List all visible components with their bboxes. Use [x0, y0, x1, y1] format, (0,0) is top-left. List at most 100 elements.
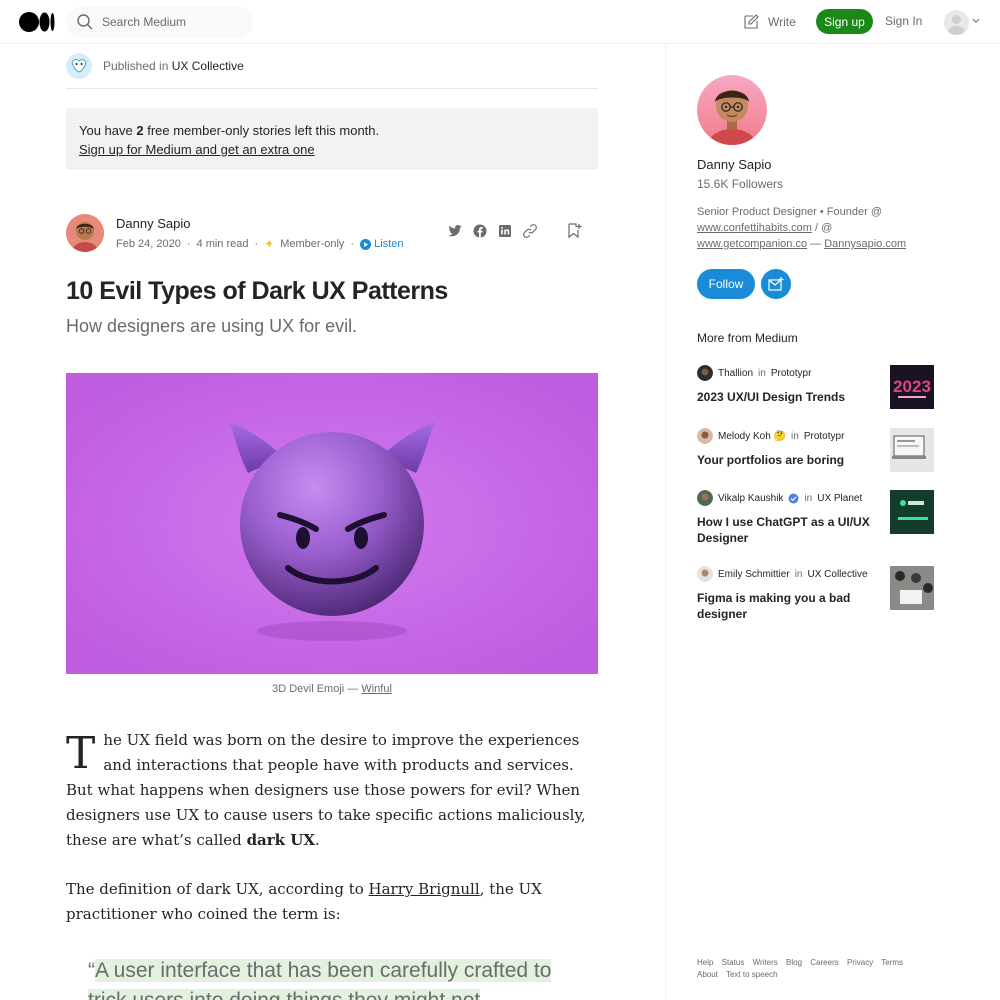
user-avatar[interactable] [944, 10, 969, 35]
rec-author-name[interactable]: Emily Schmittier [718, 569, 790, 580]
devil-emoji-illustration [66, 373, 598, 674]
member-stories-text: You have 2 free member-only stories left… [79, 121, 585, 140]
divider [66, 88, 598, 89]
listen-button[interactable]: Listen [360, 238, 403, 250]
author-byline: Danny Sapio Feb 24, 2020 · 4 min read · … [66, 213, 598, 253]
sign-up-button[interactable]: Sign up [816, 9, 873, 34]
footer-link-text-to-speech[interactable]: Text to speech [726, 970, 778, 979]
bio-link-confettihabits[interactable]: www.confettihabits.com [697, 222, 812, 234]
footer-link-privacy[interactable]: Privacy [847, 958, 873, 967]
footer-link-status[interactable]: Status [722, 958, 745, 967]
rec-title[interactable]: How I use ChatGPT as a UI/UX Designer [697, 514, 882, 546]
article-title: 10 Evil Types of Dark UX Patterns [66, 277, 448, 305]
dark-ux-term: dark UX [246, 831, 316, 849]
bio-dash: — [807, 238, 825, 250]
recommended-story[interactable]: Vikalp Kaushik in UX Planet How I use Ch… [697, 490, 935, 546]
publish-date: Feb 24, 2020 [116, 238, 181, 250]
chevron-down-icon[interactable] [972, 18, 980, 24]
rec-title[interactable]: 2023 UX/UI Design Trends [697, 389, 882, 405]
bio-link-dannysapio[interactable]: Dannysapio.com [824, 238, 906, 250]
footer-link-blog[interactable]: Blog [786, 958, 802, 967]
rec-thumbnail[interactable] [890, 566, 934, 610]
bookmark-add-icon[interactable] [566, 222, 583, 239]
rec-author-avatar[interactable] [697, 365, 713, 381]
write-button[interactable]: Write [742, 12, 796, 32]
search-icon [77, 14, 93, 30]
rec-publication[interactable]: UX Planet [817, 493, 862, 504]
paragraph-definition: The definition of dark UX, according to … [66, 877, 598, 927]
read-time: 4 min read [196, 238, 249, 250]
copy-link-icon[interactable] [522, 223, 538, 239]
footer-link-terms[interactable]: Terms [881, 958, 903, 967]
footer-link-about[interactable]: About [697, 970, 718, 979]
ux-collective-logo[interactable] [66, 53, 92, 79]
image-caption: 3D Devil Emoji — Winful [66, 683, 598, 695]
recommended-story[interactable]: Thallion in Prototypr 2023 UX/UI Design … [697, 365, 935, 409]
rec-thumbnail[interactable] [890, 490, 934, 534]
author-name[interactable]: Danny Sapio [116, 216, 190, 231]
listen-label: Listen [374, 238, 404, 250]
rec-author-name[interactable]: Melody Koh 🤔 [718, 431, 786, 442]
paragraph-intro: The UX field was born on the desire to i… [66, 728, 598, 853]
rec-title[interactable]: Your portfolios are boring [697, 452, 882, 468]
sign-up-extra-link[interactable]: Sign up for Medium and get an extra one [79, 140, 315, 159]
footer-link-writers[interactable]: Writers [753, 958, 778, 967]
bio-link-getcompanion[interactable]: www.getcompanion.co [697, 238, 807, 250]
author-avatar[interactable] [66, 214, 104, 252]
more-from-medium-heading: More from Medium [697, 331, 798, 345]
member-stories-banner: You have 2 free member-only stories left… [66, 108, 598, 170]
published-in-label: Published in [103, 59, 169, 73]
rec-publication[interactable]: UX Collective [807, 569, 867, 580]
article-subtitle: How designers are using UX for evil. [66, 316, 358, 336]
rec-thumbnail[interactable] [890, 428, 934, 472]
recommended-story[interactable]: Emily Schmittier in UX Collective Figma … [697, 566, 935, 622]
rec-author-avatar[interactable] [697, 428, 713, 444]
member-star-icon: ✦ [264, 237, 275, 251]
caption-credit-link[interactable]: Winful [361, 683, 392, 695]
bio-text: Senior Product Designer • Founder @ [697, 206, 882, 218]
harry-brignull-link[interactable]: Harry Brignull [369, 880, 480, 898]
svg-text:2023: 2023 [893, 377, 931, 396]
drop-cap: T [66, 728, 96, 779]
caption-text: 3D Devil Emoji — [272, 683, 362, 695]
sign-in-link[interactable]: Sign In [885, 14, 922, 28]
intro-text: he UX field was born on the desire to im… [66, 731, 586, 849]
recommended-story[interactable]: Melody Koh 🤔 in Prototypr Your portfolio… [697, 428, 935, 472]
sign-in-label: Sign In [885, 14, 923, 28]
rec-author-avatar[interactable] [697, 490, 713, 506]
follow-label: Follow [708, 277, 744, 291]
rec-publication[interactable]: Prototypr [804, 431, 845, 442]
sidebar-author-name[interactable]: Danny Sapio [697, 157, 771, 172]
search-bar[interactable] [66, 6, 253, 38]
facebook-icon[interactable] [472, 223, 488, 239]
footer-link-help[interactable]: Help [697, 958, 713, 967]
bio-separator: / @ [811, 222, 833, 234]
author-profile-avatar[interactable] [697, 75, 767, 145]
rec-thumbnail[interactable]: 2023 [890, 365, 934, 409]
subscribe-email-button[interactable] [761, 269, 791, 299]
publication-name[interactable]: UX Collective [172, 59, 244, 73]
verified-badge-icon [788, 493, 799, 503]
twitter-icon[interactable] [447, 223, 463, 239]
publication-header: Published in UX Collective [66, 53, 244, 79]
medium-logo[interactable] [19, 12, 55, 32]
footer-link-careers[interactable]: Careers [810, 958, 838, 967]
highlighted-quote[interactable]: A user interface that has been carefully… [88, 959, 552, 1000]
definition-text-before: The definition of dark UX, according to [66, 880, 369, 898]
followers-count[interactable]: 15.6K Followers [697, 177, 783, 191]
quote-mark: “ [88, 959, 95, 982]
linkedin-icon[interactable] [497, 223, 513, 239]
play-icon [360, 238, 372, 250]
rec-author-name[interactable]: Vikalp Kaushik [718, 493, 783, 504]
write-icon [744, 14, 759, 29]
rec-publication[interactable]: Prototypr [771, 368, 812, 379]
separator-dot: · [186, 238, 191, 250]
rec-author-avatar[interactable] [697, 566, 713, 582]
author-bio: Senior Product Designer • Founder @ www.… [697, 204, 927, 252]
rec-in-label: in [791, 430, 799, 442]
search-input[interactable] [102, 6, 242, 38]
follow-button[interactable]: Follow [697, 269, 755, 299]
rec-title[interactable]: Figma is making you a bad designer [697, 590, 882, 622]
intro-end: . [315, 831, 320, 849]
rec-author-name[interactable]: Thallion [718, 368, 753, 379]
